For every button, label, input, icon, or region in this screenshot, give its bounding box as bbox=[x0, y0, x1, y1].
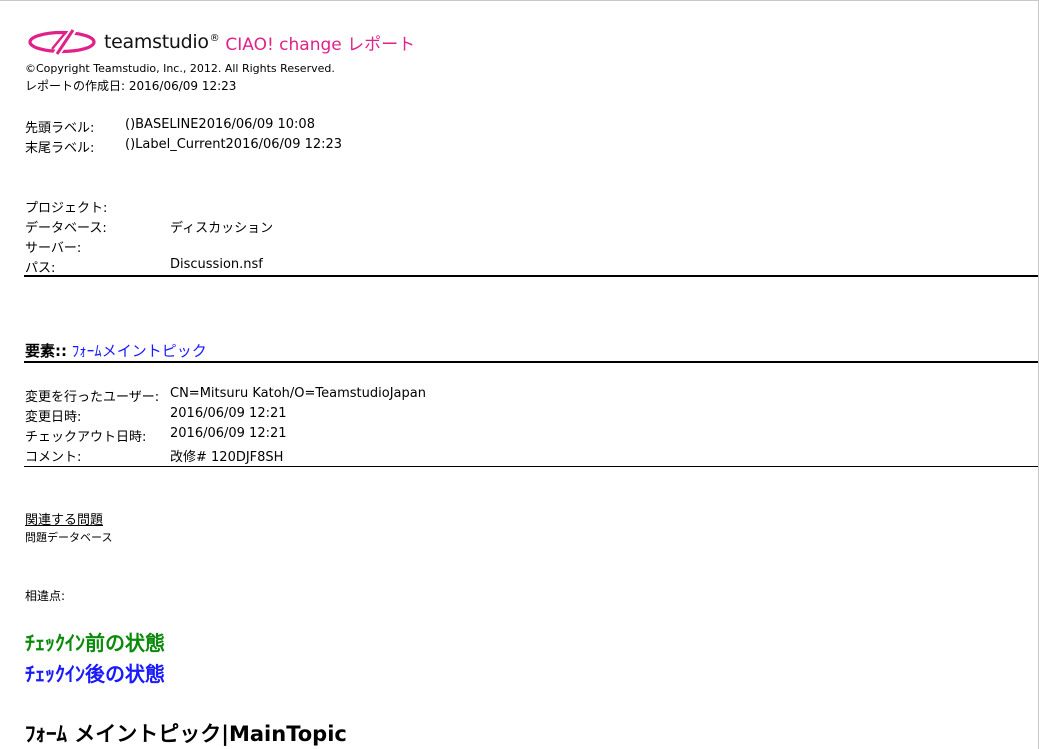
change-date-value: 2016/06/09 12:21 bbox=[170, 406, 287, 421]
comment-row: コメント: 改修# 120DJF8SH bbox=[25, 446, 283, 465]
related-issues-link[interactable]: 関連する問題 bbox=[25, 509, 103, 528]
differences-label: 相違点: bbox=[25, 589, 66, 603]
database-value: ディスカッション bbox=[170, 221, 274, 236]
server-row: サーバー: bbox=[25, 237, 170, 256]
database-label: データベース: bbox=[25, 221, 107, 236]
checkout-date-row: チェックアウト日時: 2016/06/09 12:21 bbox=[25, 426, 287, 445]
changed-by-value: CN=Mitsuru Katoh/O=TeamstudioJapan bbox=[170, 386, 426, 401]
created-label: レポートの作成日: bbox=[25, 79, 126, 93]
checkout-date-value: 2016/06/09 12:21 bbox=[170, 426, 287, 441]
path-label: パス: bbox=[25, 261, 56, 276]
form-title: ﾌｫｰﾑ メイントピック|MainTopic bbox=[25, 722, 347, 746]
comment-value: 改修# 120DJF8SH bbox=[170, 450, 284, 465]
after-checkin-heading: ﾁｪｯｸｲﾝ後の状態 bbox=[25, 662, 165, 686]
change-date-label: 変更日時: bbox=[25, 410, 82, 425]
report-created-date: レポートの作成日: 2016/06/09 12:23 bbox=[25, 77, 236, 94]
element-heading: 要素:: ﾌｫｰﾑメイントピック bbox=[25, 340, 207, 361]
path-row: パス: Discussion.nsf bbox=[25, 257, 263, 276]
registered-mark: ® bbox=[209, 32, 220, 44]
report-page: teamstudio® CIAO! change レポート ©Copyright… bbox=[0, 0, 1039, 749]
first-label-key: 先頭ラベル: bbox=[25, 121, 95, 136]
created-value: 2016/06/09 12:23 bbox=[128, 79, 237, 93]
teamstudio-logo-icon bbox=[28, 28, 96, 56]
first-label-row: 先頭ラベル: ()BASELINE2016/06/09 10:08 bbox=[25, 117, 315, 136]
element-label: 要素:: bbox=[25, 342, 67, 360]
database-row: データベース: ディスカッション bbox=[25, 217, 273, 236]
path-value: Discussion.nsf bbox=[170, 257, 263, 272]
last-label-value: ()Label_Current2016/06/09 12:23 bbox=[125, 137, 343, 152]
server-label: サーバー: bbox=[25, 241, 82, 256]
issue-database-label: 問題データベース bbox=[25, 531, 113, 544]
last-label-row: 末尾ラベル: ()Label_Current2016/06/09 12:23 bbox=[25, 137, 342, 156]
section-divider bbox=[24, 275, 1038, 277]
change-info-divider bbox=[24, 466, 1038, 467]
copyright-text: ©Copyright Teamstudio, Inc., 2012. All R… bbox=[25, 62, 335, 75]
last-label-key: 末尾ラベル: bbox=[25, 141, 95, 156]
project-label: プロジェクト: bbox=[25, 201, 108, 216]
before-checkin-heading: ﾁｪｯｸｲﾝ前の状態 bbox=[25, 631, 165, 655]
project-row: プロジェクト: bbox=[25, 197, 170, 216]
element-divider bbox=[24, 361, 1038, 363]
changed-by-row: 変更を行ったユーザー: CN=Mitsuru Katoh/O=Teamstudi… bbox=[25, 386, 426, 405]
element-value: ﾌｫｰﾑメイントピック bbox=[71, 342, 207, 360]
report-title: CIAO! change レポート bbox=[225, 34, 416, 55]
first-label-value: ()BASELINE2016/06/09 10:08 bbox=[125, 117, 315, 132]
checkout-date-label: チェックアウト日時: bbox=[25, 430, 147, 445]
comment-label: コメント: bbox=[25, 450, 82, 465]
changed-by-label: 変更を行ったユーザー: bbox=[25, 390, 160, 405]
brand-name: teamstudio® bbox=[104, 31, 220, 53]
report-header: teamstudio® CIAO! change レポート bbox=[28, 27, 415, 57]
change-date-row: 変更日時: 2016/06/09 12:21 bbox=[25, 406, 287, 425]
